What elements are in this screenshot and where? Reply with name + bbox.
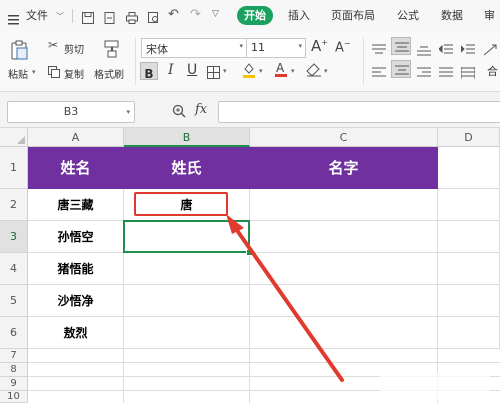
annotation-arrow <box>226 214 344 382</box>
watermark <box>380 372 490 400</box>
